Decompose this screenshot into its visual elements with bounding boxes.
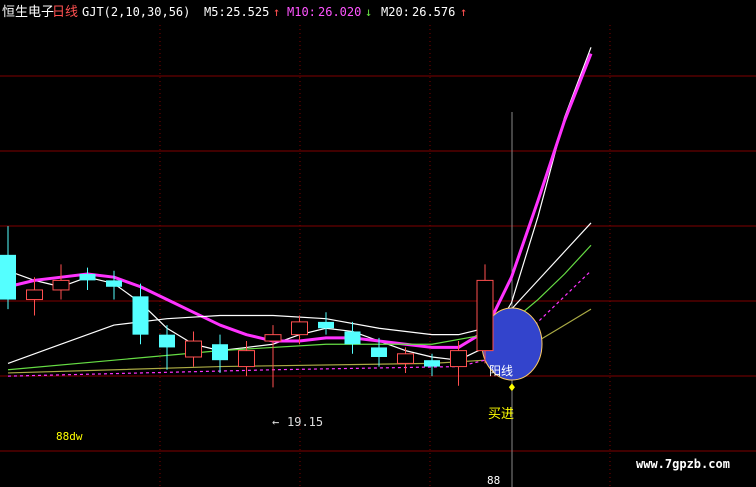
signal-label: 阳线	[489, 364, 513, 378]
candle-body-down	[318, 321, 334, 329]
ma10-value: 26.020	[318, 5, 361, 19]
ma20-value: 26.576	[412, 5, 455, 19]
candle-body-down	[424, 360, 440, 367]
candle-body-down	[159, 334, 175, 348]
ma5-value: 25.525	[226, 5, 269, 19]
bottom-mid-label: 88	[487, 474, 500, 487]
candle-body-down	[79, 274, 96, 281]
low-price-label: 19.15	[287, 415, 323, 429]
candle-body-up	[26, 289, 43, 301]
bottom-left-label: 88dw	[56, 430, 83, 443]
candle-body-up	[291, 321, 308, 336]
candle-body-up	[238, 350, 255, 368]
candle-body-down	[106, 280, 122, 287]
candle-body-down	[132, 296, 149, 335]
candle-body-up	[264, 334, 282, 342]
ma10-arrow: ↓	[365, 5, 372, 19]
candle-body-down	[371, 347, 387, 357]
candle-body-up	[185, 340, 202, 358]
candle-body-up	[52, 279, 70, 291]
period-label: 日线	[52, 5, 78, 20]
chart-background	[0, 0, 756, 487]
candle-body-up	[450, 350, 467, 368]
ma20-arrow: ↑	[460, 5, 467, 19]
candle-body-down	[344, 331, 361, 345]
buy-signal-icon: ♦	[508, 381, 516, 396]
watermark: www.7gpzb.com	[636, 457, 730, 471]
indicator-label: GJT(2,10,30,56)	[82, 5, 190, 19]
ma5-arrow: ↑	[273, 5, 280, 19]
candle-body-up	[397, 353, 414, 364]
candlestick-chart: 恒生电子 日线 GJT(2,10,30,56) M5: 25.525 ↑ M10…	[0, 0, 756, 487]
candle-body-down	[212, 344, 228, 361]
low-arrow: ←	[272, 415, 279, 429]
ma10-label: M10:	[287, 5, 316, 19]
ma20-label: M20:	[381, 5, 410, 19]
ma5-label: M5:	[204, 5, 226, 19]
candle-body-down	[0, 254, 16, 300]
candle-body-up	[476, 279, 494, 352]
stock-name: 恒生电子	[2, 5, 54, 20]
buy-label: 买进	[488, 407, 514, 422]
